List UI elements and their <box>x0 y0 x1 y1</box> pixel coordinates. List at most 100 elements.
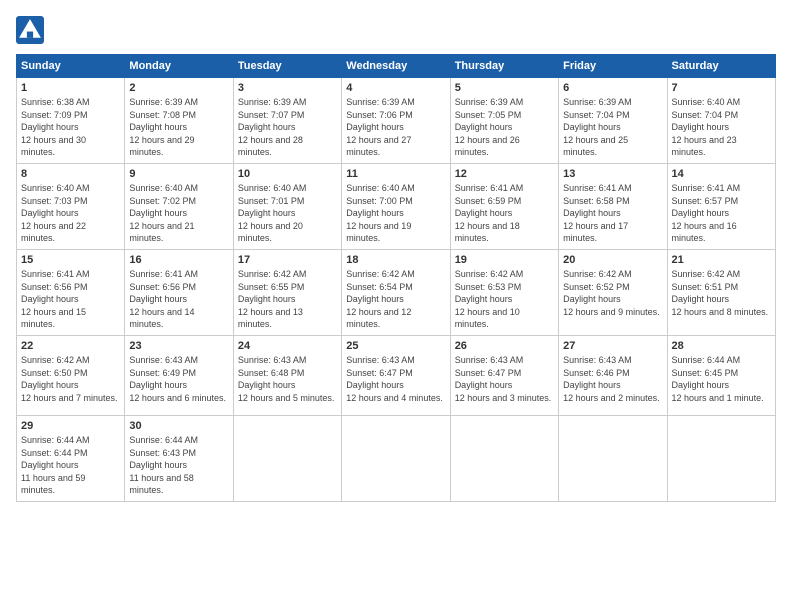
day-info: Sunrise: 6:43 AM Sunset: 6:46 PM Dayligh… <box>563 354 662 404</box>
daylight-label: Daylight hours <box>21 380 79 390</box>
day-number: 19 <box>455 254 554 266</box>
day-number: 6 <box>563 82 662 94</box>
day-info: Sunrise: 6:39 AM Sunset: 7:05 PM Dayligh… <box>455 96 554 159</box>
calendar-cell: 13 Sunrise: 6:41 AM Sunset: 6:58 PM Dayl… <box>559 163 667 249</box>
calendar-cell: 7 Sunrise: 6:40 AM Sunset: 7:04 PM Dayli… <box>667 78 775 164</box>
calendar-cell: 19 Sunrise: 6:42 AM Sunset: 6:53 PM Dayl… <box>450 249 558 335</box>
week-row-2: 8 Sunrise: 6:40 AM Sunset: 7:03 PM Dayli… <box>17 163 776 249</box>
day-header-saturday: Saturday <box>667 55 775 78</box>
sunrise-label: Sunrise: 6:40 AM <box>238 183 307 193</box>
daylight-value: 12 hours and 4 minutes. <box>346 393 443 403</box>
sunset-label: Sunset: 7:04 PM <box>563 110 630 120</box>
sunrise-label: Sunrise: 6:41 AM <box>21 269 90 279</box>
day-info: Sunrise: 6:39 AM Sunset: 7:04 PM Dayligh… <box>563 96 662 159</box>
sunset-label: Sunset: 6:44 PM <box>21 448 88 458</box>
daylight-label: Daylight hours <box>455 380 513 390</box>
day-info: Sunrise: 6:42 AM Sunset: 6:50 PM Dayligh… <box>21 354 120 404</box>
sunrise-label: Sunrise: 6:41 AM <box>672 183 741 193</box>
sunset-label: Sunset: 7:02 PM <box>129 196 196 206</box>
day-info: Sunrise: 6:43 AM Sunset: 6:48 PM Dayligh… <box>238 354 337 404</box>
daylight-value: 12 hours and 25 minutes. <box>563 135 628 158</box>
sunset-label: Sunset: 6:53 PM <box>455 282 522 292</box>
day-number: 8 <box>21 168 120 180</box>
daylight-label: Daylight hours <box>238 122 296 132</box>
day-info: Sunrise: 6:42 AM Sunset: 6:51 PM Dayligh… <box>672 268 771 318</box>
sunset-label: Sunset: 7:08 PM <box>129 110 196 120</box>
day-number: 9 <box>129 168 228 180</box>
daylight-value: 12 hours and 10 minutes. <box>455 307 520 330</box>
calendar-cell: 6 Sunrise: 6:39 AM Sunset: 7:04 PM Dayli… <box>559 78 667 164</box>
day-number: 20 <box>563 254 662 266</box>
sunset-label: Sunset: 7:03 PM <box>21 196 88 206</box>
calendar-cell: 18 Sunrise: 6:42 AM Sunset: 6:54 PM Dayl… <box>342 249 450 335</box>
day-header-sunday: Sunday <box>17 55 125 78</box>
daylight-value: 12 hours and 17 minutes. <box>563 221 628 244</box>
day-header-wednesday: Wednesday <box>342 55 450 78</box>
sunset-label: Sunset: 6:47 PM <box>346 368 413 378</box>
sunset-label: Sunset: 6:54 PM <box>346 282 413 292</box>
day-header-tuesday: Tuesday <box>233 55 341 78</box>
day-number: 12 <box>455 168 554 180</box>
daylight-label: Daylight hours <box>129 460 187 470</box>
day-number: 27 <box>563 340 662 352</box>
daylight-label: Daylight hours <box>21 208 79 218</box>
daylight-label: Daylight hours <box>21 460 79 470</box>
sunrise-label: Sunrise: 6:40 AM <box>672 97 741 107</box>
sunrise-label: Sunrise: 6:39 AM <box>129 97 198 107</box>
day-number: 21 <box>672 254 771 266</box>
sunset-label: Sunset: 6:47 PM <box>455 368 522 378</box>
daylight-label: Daylight hours <box>129 380 187 390</box>
calendar-cell: 1 Sunrise: 6:38 AM Sunset: 7:09 PM Dayli… <box>17 78 125 164</box>
daylight-label: Daylight hours <box>563 380 621 390</box>
day-info: Sunrise: 6:40 AM Sunset: 7:01 PM Dayligh… <box>238 182 337 245</box>
calendar-cell: 3 Sunrise: 6:39 AM Sunset: 7:07 PM Dayli… <box>233 78 341 164</box>
daylight-value: 12 hours and 1 minute. <box>672 393 764 403</box>
sunrise-label: Sunrise: 6:41 AM <box>455 183 524 193</box>
calendar-cell: 9 Sunrise: 6:40 AM Sunset: 7:02 PM Dayli… <box>125 163 233 249</box>
calendar-cell <box>450 415 558 501</box>
sunrise-label: Sunrise: 6:38 AM <box>21 97 90 107</box>
sunrise-label: Sunrise: 6:39 AM <box>238 97 307 107</box>
sunset-label: Sunset: 6:48 PM <box>238 368 305 378</box>
daylight-value: 12 hours and 14 minutes. <box>129 307 194 330</box>
daylight-label: Daylight hours <box>563 294 621 304</box>
day-info: Sunrise: 6:43 AM Sunset: 6:47 PM Dayligh… <box>346 354 445 404</box>
sunset-label: Sunset: 7:00 PM <box>346 196 413 206</box>
sunset-label: Sunset: 6:57 PM <box>672 196 739 206</box>
daylight-value: 12 hours and 9 minutes. <box>563 307 660 317</box>
daylight-value: 12 hours and 20 minutes. <box>238 221 303 244</box>
sunrise-label: Sunrise: 6:40 AM <box>21 183 90 193</box>
daylight-value: 12 hours and 18 minutes. <box>455 221 520 244</box>
day-number: 5 <box>455 82 554 94</box>
sunrise-label: Sunrise: 6:42 AM <box>21 355 90 365</box>
sunset-label: Sunset: 6:56 PM <box>21 282 88 292</box>
calendar-cell <box>559 415 667 501</box>
page: SundayMondayTuesdayWednesdayThursdayFrid… <box>0 0 792 612</box>
daylight-value: 11 hours and 58 minutes. <box>129 473 193 496</box>
day-number: 26 <box>455 340 554 352</box>
day-info: Sunrise: 6:41 AM Sunset: 6:58 PM Dayligh… <box>563 182 662 245</box>
calendar-cell: 22 Sunrise: 6:42 AM Sunset: 6:50 PM Dayl… <box>17 335 125 415</box>
daylight-label: Daylight hours <box>455 294 513 304</box>
daylight-label: Daylight hours <box>129 208 187 218</box>
day-number: 14 <box>672 168 771 180</box>
day-info: Sunrise: 6:41 AM Sunset: 6:59 PM Dayligh… <box>455 182 554 245</box>
daylight-label: Daylight hours <box>21 122 79 132</box>
day-number: 11 <box>346 168 445 180</box>
daylight-value: 12 hours and 3 minutes. <box>455 393 552 403</box>
calendar-cell: 10 Sunrise: 6:40 AM Sunset: 7:01 PM Dayl… <box>233 163 341 249</box>
calendar-cell: 29 Sunrise: 6:44 AM Sunset: 6:44 PM Dayl… <box>17 415 125 501</box>
calendar-header-row: SundayMondayTuesdayWednesdayThursdayFrid… <box>17 55 776 78</box>
sunrise-label: Sunrise: 6:41 AM <box>563 183 632 193</box>
day-info: Sunrise: 6:41 AM Sunset: 6:56 PM Dayligh… <box>21 268 120 331</box>
day-header-thursday: Thursday <box>450 55 558 78</box>
sunset-label: Sunset: 6:45 PM <box>672 368 739 378</box>
daylight-label: Daylight hours <box>672 122 730 132</box>
sunset-label: Sunset: 7:01 PM <box>238 196 305 206</box>
daylight-value: 12 hours and 21 minutes. <box>129 221 194 244</box>
day-info: Sunrise: 6:40 AM Sunset: 7:03 PM Dayligh… <box>21 182 120 245</box>
daylight-label: Daylight hours <box>455 122 513 132</box>
sunrise-label: Sunrise: 6:43 AM <box>129 355 198 365</box>
day-header-monday: Monday <box>125 55 233 78</box>
calendar-cell <box>233 415 341 501</box>
